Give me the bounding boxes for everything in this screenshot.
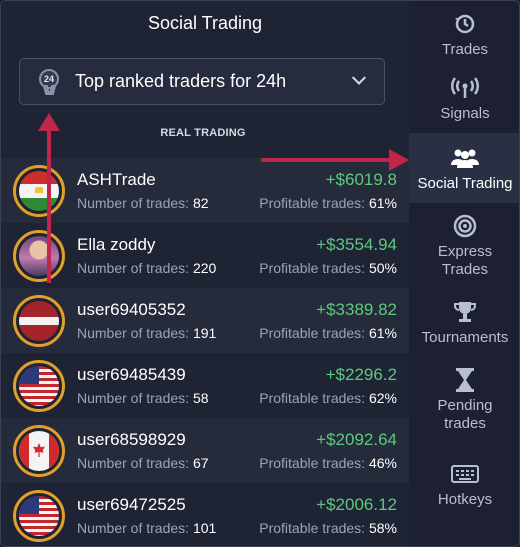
traders-list: ASHTrade +$6019.8 Number of trades: 82 P… <box>1 158 409 546</box>
annotation-arrow-head <box>38 113 60 131</box>
panel-title: Social Trading <box>147 13 263 33</box>
profitable-trades: Profitable trades: 61% <box>259 325 397 341</box>
usa-flag-icon <box>19 496 59 536</box>
annotation-arrow <box>261 158 391 162</box>
avatar <box>13 490 65 542</box>
app-frame: Social Trading 24 Top ranked traders for… <box>0 0 520 547</box>
annotation-arrow-head <box>389 149 409 171</box>
sidebar-item-hotkeys[interactable]: Hotkeys <box>409 461 519 517</box>
profitable-trades: Profitable trades: 58% <box>259 520 397 536</box>
trader-profit: +$3389.82 <box>316 300 397 319</box>
sidebar-item-label: Signals <box>440 105 490 122</box>
avatar <box>13 295 65 347</box>
trader-name: user68598929 <box>77 430 186 449</box>
trophy-icon <box>409 299 519 325</box>
sidebar: Trades Signals Social Trading Express Tr… <box>409 1 519 546</box>
tajikistan-flag-icon <box>19 171 59 211</box>
avatar <box>13 165 65 217</box>
canada-flag-icon <box>19 431 59 471</box>
profitable-trades: Profitable trades: 46% <box>259 455 397 471</box>
trader-row[interactable]: user69405352 +$3389.82 Number of trades:… <box>1 288 409 353</box>
avatar <box>13 425 65 477</box>
sidebar-item-trades[interactable]: Trades <box>409 9 519 65</box>
trades-count: Number of trades: 191 <box>77 325 217 341</box>
trader-name: user69405352 <box>77 300 186 319</box>
profitable-trades: Profitable trades: 50% <box>259 260 397 276</box>
sidebar-item-social-trading[interactable]: Social Trading <box>409 133 519 203</box>
trader-row[interactable]: user69485439 +$2296.2 Number of trades: … <box>1 353 409 418</box>
trader-row[interactable]: user68598929 +$2092.64 Number of trades:… <box>1 418 409 483</box>
trader-row[interactable]: ASHTrade +$6019.8 Number of trades: 82 P… <box>1 158 409 223</box>
trader-name: Ella zoddy <box>77 235 156 254</box>
trades-count: Number of trades: 58 <box>77 390 209 406</box>
profitable-trades: Profitable trades: 61% <box>259 195 397 211</box>
trader-profit: +$3554.94 <box>316 235 397 254</box>
medal-icon: 24 <box>39 68 59 95</box>
trader-row[interactable]: user69472525 +$2006.12 Number of trades:… <box>1 483 409 546</box>
sidebar-item-express-trades[interactable]: Express Trades <box>409 213 519 287</box>
trader-row[interactable]: Ella zoddy +$3554.94 Number of trades: 2… <box>1 223 409 288</box>
trader-profit: +$6019.8 <box>325 170 397 189</box>
trades-count: Number of trades: 220 <box>77 260 217 276</box>
dropdown-label: Top ranked traders for 24h <box>75 71 287 91</box>
hourglass-icon <box>409 367 519 393</box>
section-label: REAL TRADING <box>160 127 246 139</box>
signal-icon <box>409 75 519 101</box>
trader-profit: +$2092.64 <box>316 430 397 449</box>
trades-count: Number of trades: 67 <box>77 455 209 471</box>
history-icon <box>409 11 519 37</box>
trades-count: Number of trades: 82 <box>77 195 209 211</box>
avatar <box>13 230 65 282</box>
latvia-flag-icon <box>19 301 59 341</box>
users-icon <box>409 145 519 171</box>
sidebar-item-pending-trades[interactable]: Pending trades <box>409 367 519 443</box>
sidebar-item-tournaments[interactable]: Tournaments <box>409 299 519 355</box>
target-icon <box>409 213 519 239</box>
ranking-period-dropdown[interactable]: 24 Top ranked traders for 24h <box>19 58 385 105</box>
profitable-trades: Profitable trades: 62% <box>259 390 397 406</box>
trades-count: Number of trades: 101 <box>77 520 217 536</box>
sidebar-item-signals[interactable]: Signals <box>409 75 519 131</box>
sidebar-item-label: Pending trades <box>437 397 493 432</box>
sidebar-item-label: Tournaments <box>421 329 509 346</box>
usa-flag-icon <box>19 366 59 406</box>
trader-name: ASHTrade <box>77 170 156 189</box>
sidebar-item-label: Trades <box>441 41 489 58</box>
user-photo <box>19 236 59 276</box>
trader-profit: +$2006.12 <box>316 495 397 514</box>
trader-name: user69472525 <box>77 495 186 514</box>
chevron-down-icon <box>351 70 367 85</box>
trader-profit: +$2296.2 <box>325 365 397 384</box>
annotation-arrow <box>47 123 51 283</box>
trader-name: user69485439 <box>77 365 186 384</box>
sidebar-item-label: Social Trading <box>417 175 513 192</box>
sidebar-item-label: Express Trades <box>437 243 493 278</box>
social-trading-panel: Social Trading 24 Top ranked traders for… <box>1 1 409 546</box>
keyboard-icon <box>409 461 519 487</box>
avatar <box>13 360 65 412</box>
sidebar-item-label: Hotkeys <box>437 491 493 508</box>
